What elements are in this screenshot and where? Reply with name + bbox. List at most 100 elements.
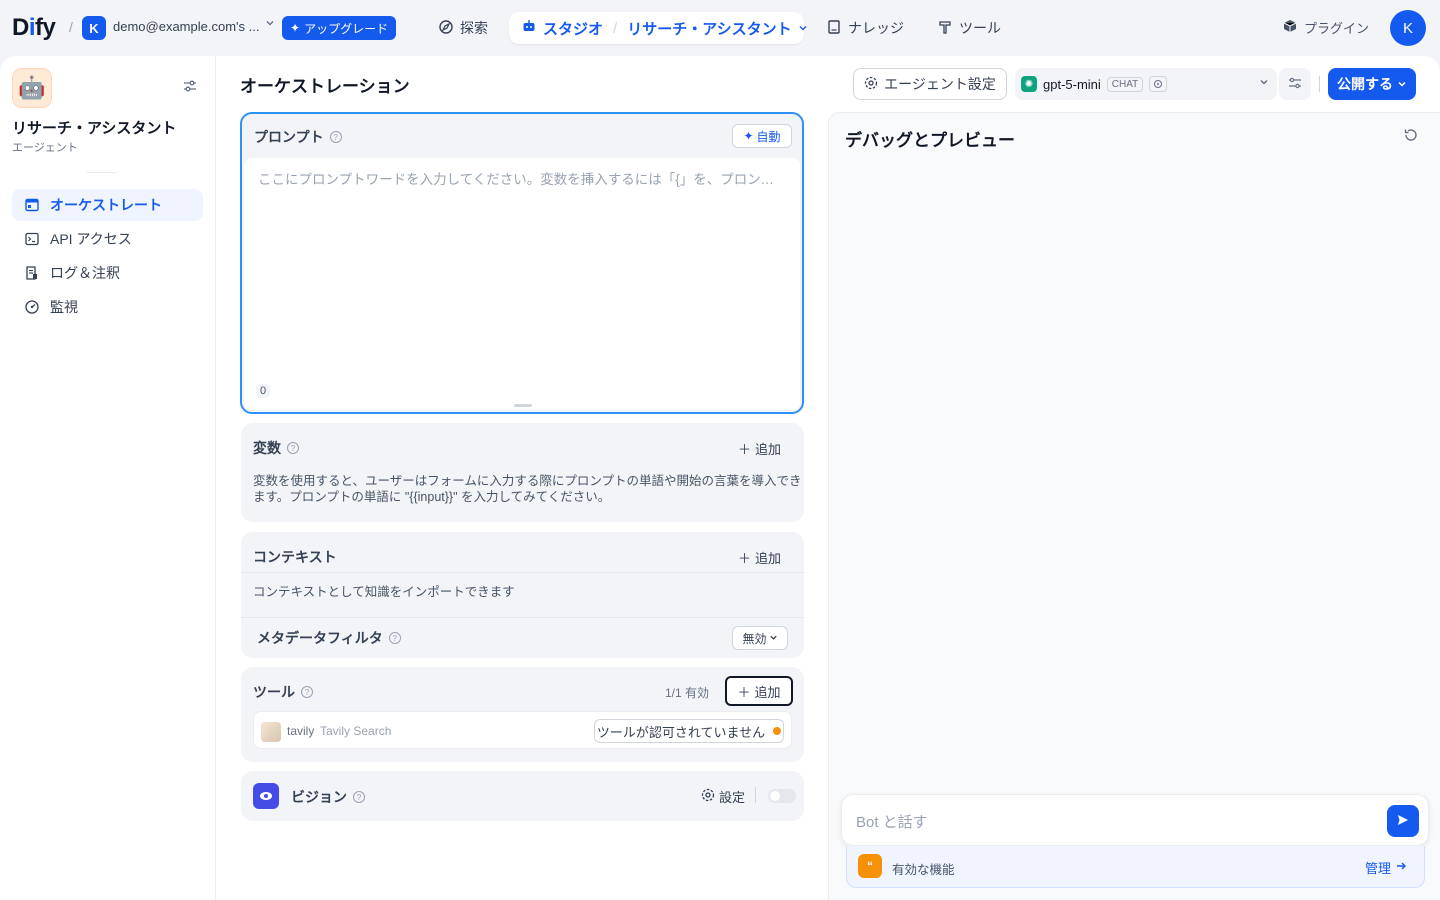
compass-icon	[438, 19, 454, 38]
add-context-button[interactable]: ＋ 追加	[738, 548, 781, 567]
chevron-down-icon	[1397, 76, 1407, 92]
auto-generate-button[interactable]: ✦ 自動	[732, 124, 792, 148]
help-icon[interactable]: ?	[301, 686, 313, 698]
user-avatar[interactable]: K	[1390, 10, 1426, 46]
tool-auth-status: ツールが認可されていません	[596, 724, 766, 740]
auto-label: 自動	[756, 129, 781, 144]
robot-icon	[521, 18, 537, 38]
manage-label: 管理	[1365, 861, 1392, 876]
tool-name: Tavily Search	[320, 724, 392, 738]
nav-explore[interactable]: 探索	[438, 12, 488, 44]
debug-preview-panel: デバッグとプレビュー Bot と話す “ 有効な機能 管理	[828, 112, 1440, 900]
divider	[1319, 76, 1320, 92]
divider	[241, 572, 804, 573]
plus-icon: ＋	[738, 442, 752, 457]
vision-settings-button[interactable]: 設定	[701, 787, 745, 806]
plus-icon: ＋	[737, 684, 751, 700]
context-panel: コンテキスト ＋ 追加 コンテキストとして知識をインポートできます メタデータフ…	[241, 532, 804, 658]
chevron-down-icon[interactable]	[265, 18, 275, 31]
publish-button[interactable]: 公開する	[1328, 68, 1416, 100]
sidebar-item-label: ログ＆注釈	[50, 265, 120, 281]
model-selector[interactable]: ✺ gpt-5-mini CHAT	[1015, 68, 1277, 100]
char-count: 0	[256, 384, 271, 398]
app-icon[interactable]: 🤖	[12, 68, 52, 108]
nav-knowledge-label: ナレッジ	[848, 20, 904, 36]
help-icon[interactable]: ?	[388, 632, 401, 644]
prompt-card: プロンプト ? ✦ 自動 ここにプロンプトワードを入力してください。変数を挿入す…	[240, 112, 804, 414]
app-name: リサーチ・アシスタント	[12, 120, 177, 137]
vision-toggle[interactable]	[768, 789, 796, 803]
main-shell: 🤖 リサーチ・アシスタント エージェント オーケストレート API アクセス ロ…	[0, 56, 1440, 900]
breadcrumb-separator: /	[613, 19, 618, 37]
dify-logo[interactable]: Dify	[12, 14, 56, 42]
box-icon	[1282, 18, 1298, 37]
openai-logo-icon: ✺	[1021, 76, 1037, 92]
sparkle-icon: ✦	[743, 129, 754, 143]
nav-tools[interactable]: ツール	[937, 12, 1001, 44]
vision-capability-icon	[1149, 76, 1168, 92]
model-params-button[interactable]	[1279, 68, 1311, 100]
workspace-name[interactable]: demo@example.com's ...	[113, 19, 265, 34]
sidebar-item-logs[interactable]: ログ＆注釈	[12, 257, 203, 289]
model-mode-tag: CHAT	[1106, 76, 1144, 92]
chevron-down-icon[interactable]	[798, 20, 808, 37]
help-icon[interactable]: ?	[287, 442, 299, 454]
manage-features-button[interactable]: 管理	[1365, 858, 1407, 877]
divider	[755, 787, 756, 803]
quote-icon: “	[858, 854, 882, 878]
resize-handle[interactable]	[514, 404, 532, 407]
help-icon[interactable]: ?	[353, 791, 365, 803]
sidebar-item-api-access[interactable]: API アクセス	[12, 223, 203, 255]
sliders-icon[interactable]	[182, 78, 198, 99]
nav-knowledge[interactable]: ナレッジ	[826, 12, 904, 44]
metadata-filter-value: 無効	[742, 631, 767, 646]
page-title: オーケストレーション	[240, 77, 410, 96]
refresh-icon[interactable]	[1403, 127, 1419, 146]
layout-icon	[24, 197, 40, 213]
divider	[86, 172, 116, 173]
sidebar-item-label: API アクセス	[50, 231, 132, 247]
tool-item[interactable]: tavily Tavily Search ツールが認可されていません	[253, 711, 792, 749]
terminal-icon	[24, 231, 40, 247]
nav-studio[interactable]: スタジオ / リサーチ・アシスタント	[509, 12, 807, 44]
sidebar-item-orchestrate[interactable]: オーケストレート	[12, 189, 203, 221]
sidebar-item-monitoring[interactable]: 監視	[12, 291, 203, 323]
hammer-icon	[937, 19, 953, 38]
tools-enabled-count: 1/1 有効	[665, 686, 710, 700]
add-label: 追加	[755, 442, 782, 457]
warning-dot-icon	[773, 727, 782, 735]
app-breadcrumb[interactable]: リサーチ・アシスタント	[627, 18, 791, 39]
chevron-down-icon	[769, 631, 778, 645]
chat-placeholder: Bot と話す	[856, 814, 928, 831]
tavily-logo-icon	[261, 722, 281, 742]
features-bar: “ 有効な機能 管理	[846, 846, 1425, 888]
workspace-avatar[interactable]: K	[82, 16, 106, 40]
metadata-filter-select[interactable]: 無効	[732, 626, 788, 650]
gear-icon	[701, 788, 715, 805]
tool-auth-status-button[interactable]: ツールが認可されていません	[594, 719, 784, 743]
plugin-button[interactable]: プラグイン	[1282, 18, 1369, 37]
send-button[interactable]	[1387, 805, 1419, 837]
file-list-icon	[24, 265, 40, 281]
chat-input[interactable]: Bot と話す	[841, 794, 1429, 846]
model-name: gpt-5-mini	[1043, 76, 1101, 92]
add-variable-button[interactable]: ＋ 追加	[738, 439, 781, 458]
add-label: 追加	[754, 684, 781, 700]
help-icon[interactable]: ?	[329, 131, 342, 143]
sidebar-item-label: 監視	[50, 299, 78, 315]
arrow-right-icon	[1395, 860, 1407, 875]
sidebar-item-label: オーケストレート	[50, 197, 162, 213]
variables-panel: 変数 ? ＋ 追加 変数を使用すると、ユーザーはフォームに入力する際にプロンプト…	[241, 423, 804, 522]
metadata-filter-header: メタデータフィルタ ?	[257, 628, 401, 648]
vision-header: ビジョン ?	[291, 787, 365, 807]
add-tool-button[interactable]: ＋ 追加	[725, 676, 793, 706]
divider	[241, 617, 804, 618]
agent-settings-button[interactable]: エージェント設定	[853, 68, 1007, 100]
prompt-editor[interactable]: ここにプロンプトワードを入力してください。変数を挿入するには「{」を、プロンプト…	[244, 158, 800, 410]
upgrade-button[interactable]: ✦ アップグレード	[282, 16, 397, 40]
nav-studio-label: スタジオ	[543, 20, 604, 38]
chevron-down-icon	[1259, 76, 1269, 90]
app-type: エージェント	[12, 142, 78, 154]
tool-provider: tavily	[287, 724, 315, 738]
plus-icon: ＋	[738, 551, 752, 566]
